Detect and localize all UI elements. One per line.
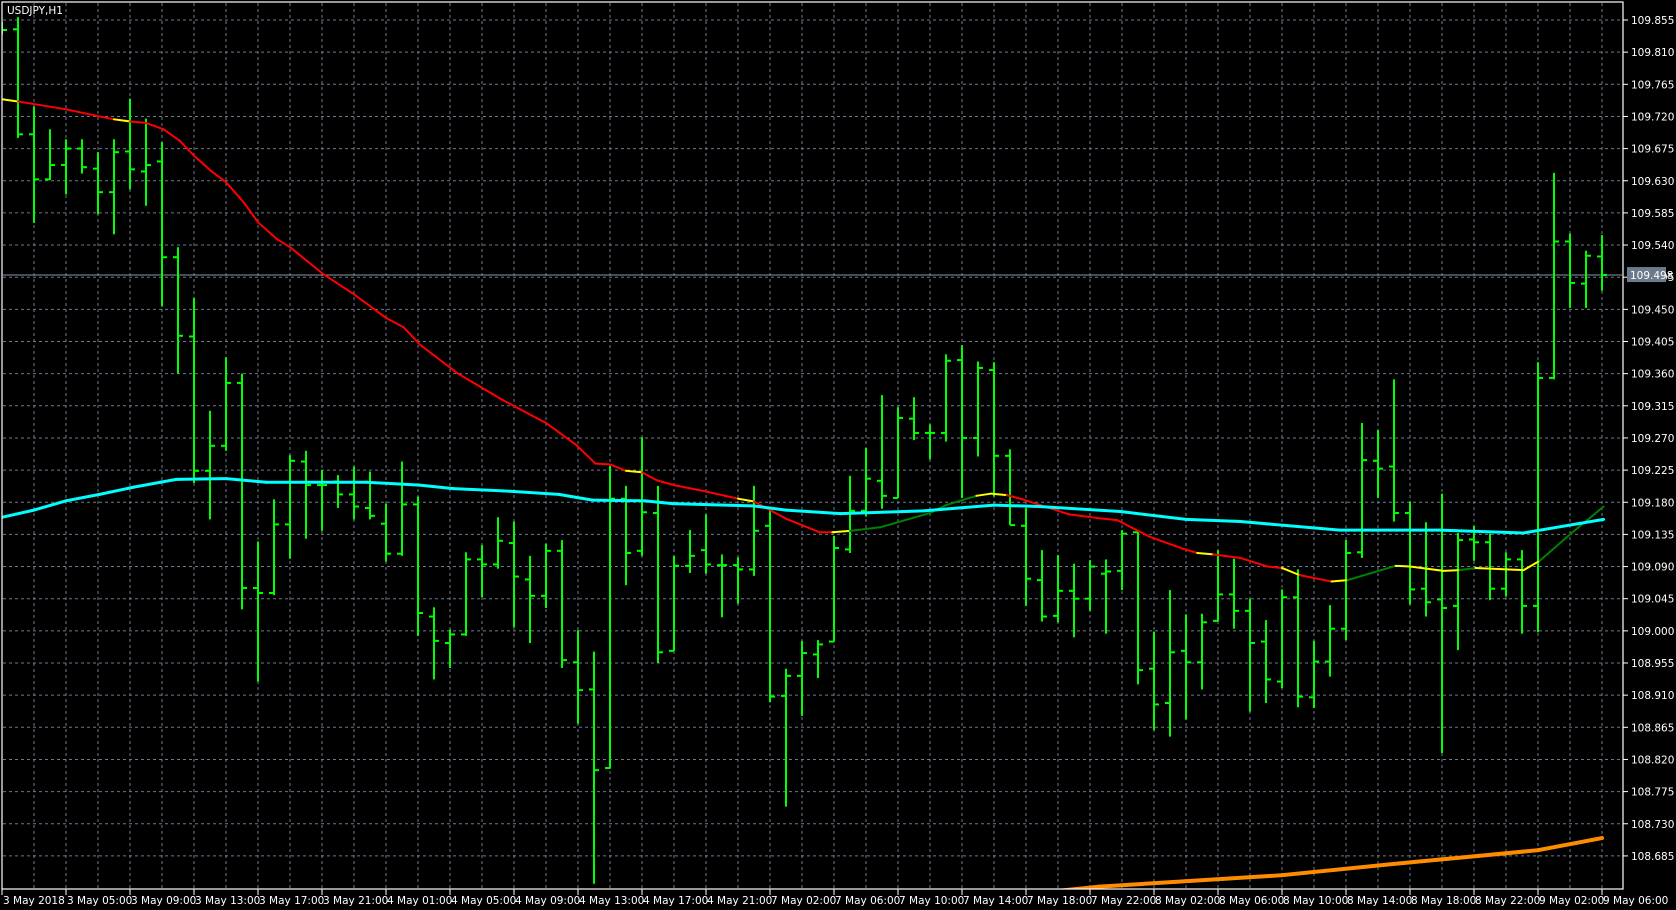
color-ma-segment: [989, 492, 1008, 497]
current-price-label: 109.498: [1630, 270, 1673, 282]
price-label: 109.270: [1631, 433, 1674, 445]
price-label: 109.450: [1631, 304, 1674, 316]
time-label: 8 May 06:00: [1219, 895, 1284, 907]
time-label: 8 May 02:00: [1155, 895, 1220, 907]
time-label: 8 May 18:00: [1411, 895, 1476, 907]
time-label: 4 May 09:00: [515, 895, 580, 907]
cyan-ma-segment: [174, 477, 228, 481]
price-label: 109.045: [1631, 594, 1674, 606]
time-label: 3 May 13:00: [195, 895, 260, 907]
price-label: 109.720: [1631, 111, 1674, 123]
cyan-ma-segment: [451, 487, 505, 493]
price-label: 109.540: [1631, 240, 1674, 252]
price-label: 109.855: [1631, 15, 1674, 27]
chart-background: [0, 0, 1676, 910]
color-ma-segment: [1196, 551, 1215, 556]
color-ma-segment: [1266, 565, 1283, 569]
price-label: 108.955: [1631, 658, 1674, 670]
time-label: 3 May 2018: [3, 895, 65, 907]
color-ma-segment: [129, 120, 147, 124]
cyan-ma-segment: [590, 498, 647, 503]
time-label: 4 May 01:00: [387, 895, 452, 907]
color-ma-segment: [831, 529, 851, 534]
cyan-ma-segment: [1184, 517, 1242, 524]
price-label: 108.910: [1631, 690, 1674, 702]
time-label: 7 May 14:00: [963, 895, 1028, 907]
color-ma-segment: [1394, 564, 1411, 568]
price-label: 109.405: [1631, 337, 1674, 349]
price-label: 109.225: [1631, 465, 1674, 477]
price-label: 109.360: [1631, 369, 1674, 381]
price-label: 108.730: [1631, 819, 1674, 831]
price-label: 109.675: [1631, 144, 1674, 156]
time-label: 3 May 05:00: [67, 895, 132, 907]
color-ma-segment: [625, 469, 643, 474]
color-ma-segment: [1442, 569, 1461, 572]
price-label: 108.820: [1631, 754, 1674, 766]
time-label: 4 May 21:00: [707, 895, 772, 907]
price-label: 109.135: [1631, 529, 1674, 541]
color-ma-segment: [1101, 517, 1119, 522]
color-ma-segment: [594, 462, 611, 466]
time-label: 4 May 13:00: [579, 895, 644, 907]
time-label: 8 May 14:00: [1347, 895, 1412, 907]
time-label: 9 May 06:00: [1603, 895, 1668, 907]
price-label: 109.180: [1631, 497, 1674, 509]
time-label: 3 May 09:00: [131, 895, 196, 907]
price-label: 109.765: [1631, 79, 1674, 91]
price-label: 109.315: [1631, 401, 1674, 413]
price-chart[interactable]: 109.855 109.810 109.765 109.720 109.675 109.6…: [0, 0, 1676, 910]
color-ma-segment: [1330, 579, 1349, 583]
time-label: 7 May 06:00: [835, 895, 900, 907]
time-label: 7 May 18:00: [1027, 895, 1092, 907]
time-label: 4 May 17:00: [643, 895, 708, 907]
price-label: 109.585: [1631, 208, 1674, 220]
price-label: 109.630: [1631, 176, 1674, 188]
price-label: 109.090: [1631, 562, 1674, 574]
time-label: 4 May 05:00: [451, 895, 516, 907]
price-label: 108.775: [1631, 787, 1674, 799]
price-label: 108.865: [1631, 722, 1674, 734]
time-label: 3 May 21:00: [323, 895, 388, 907]
time-label: 9 May 02:00: [1539, 895, 1604, 907]
time-label: 7 May 10:00: [899, 895, 964, 907]
time-label: 8 May 22:00: [1475, 895, 1540, 907]
time-label: 7 May 22:00: [1091, 895, 1156, 907]
price-label: 108.685: [1631, 851, 1674, 863]
price-label: 109.810: [1631, 47, 1674, 59]
time-label: 3 May 17:00: [259, 895, 324, 907]
cyan-ma-segment: [670, 502, 754, 508]
cyan-ma-segment: [992, 503, 1041, 509]
time-label: 7 May 02:00: [771, 895, 836, 907]
price-label: 109.000: [1631, 626, 1674, 638]
chart-title: USDJPY,H1: [7, 5, 63, 17]
time-label: 8 May 10:00: [1283, 895, 1348, 907]
